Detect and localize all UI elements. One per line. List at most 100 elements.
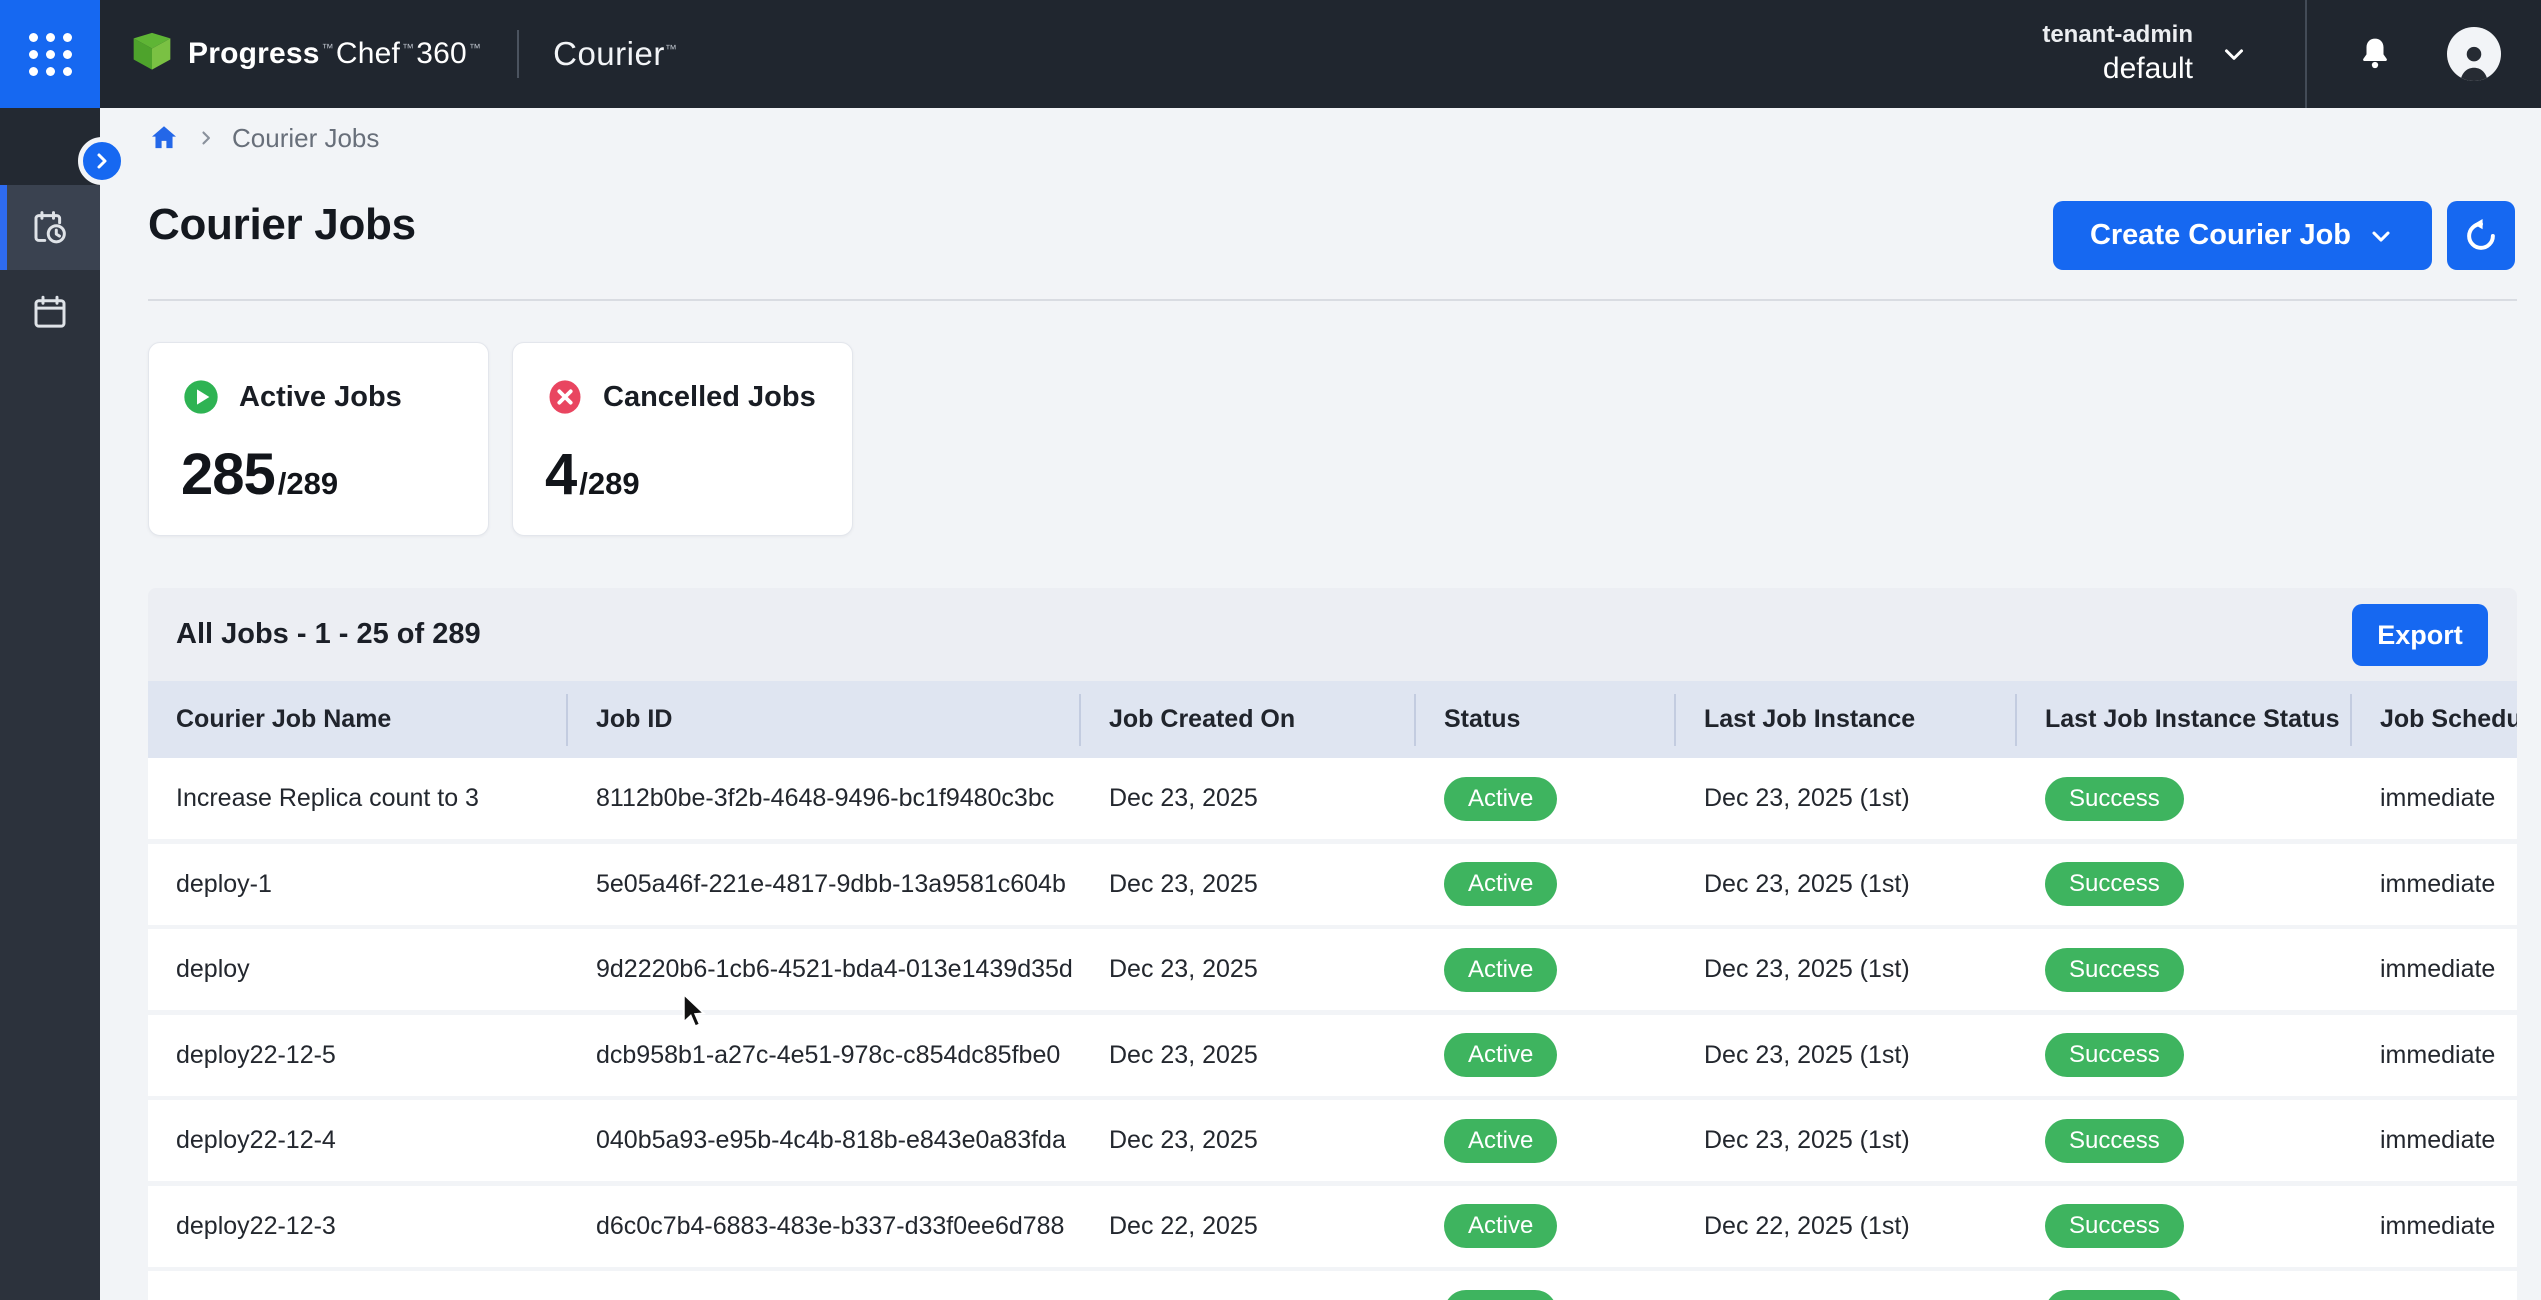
user-role-label: tenant-admin: [2042, 20, 2193, 50]
cancelled-jobs-value: 4: [545, 441, 576, 508]
status-cell: Active: [1416, 862, 1676, 906]
sidebar-item-courier-jobs[interactable]: [0, 185, 100, 270]
status-cell: Active: [1416, 1033, 1676, 1077]
export-button-label: Export: [2377, 620, 2463, 651]
sidebar-toggle-button[interactable]: [78, 137, 126, 185]
column-header-last-job-instance-status: Last Job Instance Status: [2017, 705, 2352, 734]
table-row[interactable]: deploy22-12-5dcb958b1-a27c-4e51-978c-c85…: [148, 1015, 2517, 1096]
status-cell: Active: [1416, 1204, 1676, 1248]
breadcrumb: Courier Jobs: [148, 122, 379, 154]
job-name-cell: Increase Replica count to 3: [148, 784, 568, 813]
bell-icon: [2355, 34, 2395, 74]
last-instance-cell: Dec 22, 2025 (1st): [1676, 1212, 2017, 1241]
job-name-cell: deploy: [148, 955, 568, 984]
table-row[interactable]: Active Success: [148, 1271, 2517, 1300]
job-id-cell: 040b5a93-e95b-4c4b-818b-e843e0a83fda: [568, 1126, 1081, 1155]
avatar[interactable]: [2447, 27, 2501, 81]
last-instance-status-badge: Success: [2045, 777, 2184, 821]
job-created-cell: Dec 23, 2025: [1081, 870, 1416, 899]
title-divider: [148, 299, 2517, 301]
table-row[interactable]: Increase Replica count to 38112b0be-3f2b…: [148, 758, 2517, 839]
table-row[interactable]: deploy-15e05a46f-221e-4817-9dbb-13a9581c…: [148, 844, 2517, 925]
brand-name: Progress™Chef™360™: [188, 37, 483, 71]
status-badge: Active: [1444, 1204, 1557, 1248]
active-jobs-value: 285: [181, 441, 275, 508]
status-badge: Active: [1444, 1290, 1557, 1300]
cancelled-jobs-label: Cancelled Jobs: [603, 381, 816, 414]
last-instance-cell: Dec 23, 2025 (1st): [1676, 784, 2017, 813]
tenant-label: default: [2103, 50, 2193, 88]
job-name-cell: deploy22-12-5: [148, 1041, 568, 1070]
app-launcher-button[interactable]: [0, 0, 100, 108]
active-jobs-card: Active Jobs 285 /289: [148, 342, 489, 536]
table-row[interactable]: deploy22-12-3d6c0c7b4-6883-483e-b337-d33…: [148, 1186, 2517, 1267]
calendar-icon: [29, 292, 71, 334]
last-instance-status-cell: Success: [2017, 948, 2352, 992]
cancelled-jobs-card: Cancelled Jobs 4 /289: [512, 342, 853, 536]
progress-logo-icon: [130, 31, 174, 77]
status-badge: Active: [1444, 1033, 1557, 1077]
user-icon: [2452, 41, 2496, 81]
create-courier-job-button[interactable]: Create Courier Job: [2053, 201, 2432, 270]
status-badge: Active: [1444, 862, 1557, 906]
job-schedule-cell: immediate: [2352, 955, 2517, 984]
top-bar: Progress™Chef™360™ Courier™ tenant-admin…: [0, 0, 2541, 108]
column-header-status: Status: [1416, 705, 1676, 734]
last-instance-status-cell: Success: [2017, 1033, 2352, 1077]
table-row[interactable]: deploy9d2220b6-1cb6-4521-bda4-013e1439d3…: [148, 929, 2517, 1010]
grid-icon: [29, 33, 72, 76]
job-id-cell: dcb958b1-a27c-4e51-978c-c854dc85fbe0: [568, 1041, 1081, 1070]
column-header-job-id: Job ID: [568, 705, 1081, 734]
chevron-down-icon: [2219, 39, 2249, 69]
cancelled-jobs-total: /289: [579, 466, 639, 502]
job-created-cell: Dec 23, 2025: [1081, 1041, 1416, 1070]
tenant-switcher[interactable]: tenant-admin default: [2042, 20, 2249, 88]
job-created-cell: Dec 23, 2025: [1081, 784, 1416, 813]
job-name-cell: deploy22-12-3: [148, 1212, 568, 1241]
last-instance-status-badge: Success: [2045, 1033, 2184, 1077]
job-created-cell: Dec 22, 2025: [1081, 1212, 1416, 1241]
status-cell: Active: [1416, 1119, 1676, 1163]
job-id-cell: 9d2220b6-1cb6-4521-bda4-013e1439d35d: [568, 955, 1081, 984]
job-name-cell: deploy22-12-4: [148, 1126, 568, 1155]
last-instance-cell: Dec 23, 2025 (1st): [1676, 870, 2017, 899]
active-jobs-total: /289: [278, 466, 338, 502]
refresh-button[interactable]: [2447, 201, 2515, 270]
job-schedule-cell: immediate: [2352, 1212, 2517, 1241]
job-name-cell: deploy-1: [148, 870, 568, 899]
table-body: Increase Replica count to 38112b0be-3f2b…: [148, 758, 2517, 1300]
breadcrumb-separator-icon: [196, 128, 216, 148]
home-icon[interactable]: [148, 122, 180, 154]
page-title: Courier Jobs: [148, 200, 416, 250]
column-header-job-schedule: Job Schedule: [2352, 705, 2517, 734]
last-instance-status-badge: Success: [2045, 1290, 2184, 1300]
chevron-down-icon: [2367, 222, 2395, 250]
status-cell: Active: [1416, 777, 1676, 821]
last-instance-status-cell: Success: [2017, 1119, 2352, 1163]
job-schedule-cell: immediate: [2352, 870, 2517, 899]
sidebar-item-schedules[interactable]: [0, 270, 100, 355]
last-instance-status-badge: Success: [2045, 948, 2184, 992]
list-title: All Jobs - 1 - 25 of 289: [176, 618, 481, 651]
brand-logo: Progress™Chef™360™: [130, 31, 483, 77]
job-id-cell: 5e05a46f-221e-4817-9dbb-13a9581c604b: [568, 870, 1081, 899]
export-button[interactable]: Export: [2352, 604, 2488, 666]
last-instance-status-cell: Success: [2017, 1290, 2352, 1300]
job-id-cell: d6c0c7b4-6883-483e-b337-d33f0ee6d788: [568, 1212, 1081, 1241]
notifications-button[interactable]: [2355, 34, 2395, 74]
status-badge: Active: [1444, 948, 1557, 992]
table-row[interactable]: deploy22-12-4040b5a93-e95b-4c4b-818b-e84…: [148, 1100, 2517, 1181]
job-schedule-cell: immediate: [2352, 784, 2517, 813]
column-header-courier-job-name: Courier Job Name: [148, 705, 568, 734]
last-instance-status-cell: Success: [2017, 1204, 2352, 1248]
status-badge: Active: [1444, 1119, 1557, 1163]
job-created-cell: Dec 23, 2025: [1081, 1126, 1416, 1155]
product-name: Courier™: [553, 35, 677, 73]
active-jobs-label: Active Jobs: [239, 381, 402, 414]
table-header: Courier Job NameJob IDJob Created OnStat…: [148, 681, 2517, 758]
status-badge: Active: [1444, 777, 1557, 821]
column-header-last-job-instance: Last Job Instance: [1676, 705, 2017, 734]
last-instance-cell: Dec 23, 2025 (1st): [1676, 955, 2017, 984]
last-instance-cell: Dec 23, 2025 (1st): [1676, 1041, 2017, 1070]
job-schedule-cell: immediate: [2352, 1041, 2517, 1070]
